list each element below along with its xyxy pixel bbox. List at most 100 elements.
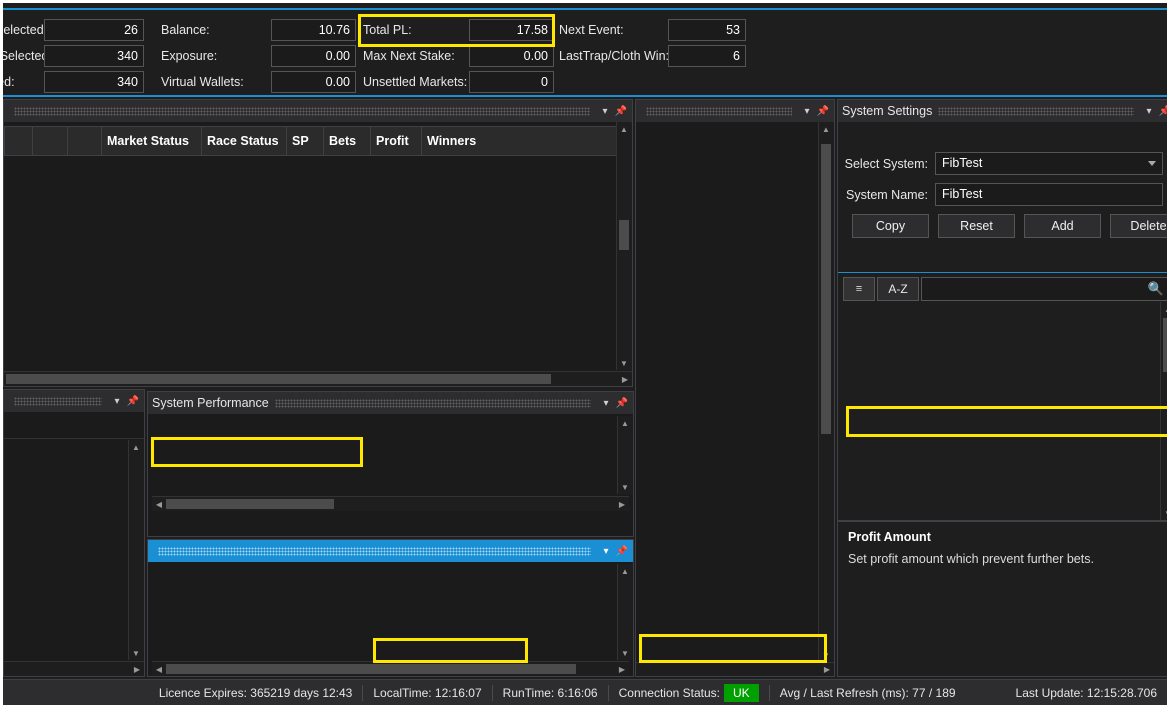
- markets-column-header[interactable]: [4, 126, 33, 156]
- search-icon[interactable]: 🔍: [1148, 281, 1164, 297]
- scroll-up-icon[interactable]: ▲: [618, 564, 632, 578]
- markets-vertical-scrollbar[interactable]: ▲ ▼: [616, 122, 632, 370]
- scroll-up-icon[interactable]: ▲: [618, 416, 632, 430]
- scroll-right-icon[interactable]: ▶: [615, 662, 629, 676]
- settings-search-box[interactable]: 🔍: [921, 277, 1167, 301]
- scroll-down-icon[interactable]: ▼: [618, 480, 632, 494]
- summary-value-max-next-stake: 0.00: [469, 45, 554, 67]
- summary-label-selected: Selected:: [0, 23, 48, 37]
- markets-column-header[interactable]: [32, 126, 68, 156]
- markets-column-header[interactable]: Race Status: [201, 126, 287, 156]
- system-name-input[interactable]: FibTest: [935, 183, 1163, 206]
- categorize-icon[interactable]: ≡: [843, 277, 875, 301]
- pin-icon[interactable]: 📌: [1158, 104, 1167, 118]
- panel-grip: [14, 396, 102, 406]
- licence-status: Licence Expires: 365219 days 12:43: [149, 684, 364, 701]
- chevron-down-icon[interactable]: ▾: [598, 104, 612, 118]
- markets-panel-titlebar[interactable]: ▾ 📌: [4, 100, 632, 122]
- scroll-left-icon[interactable]: ◀: [152, 497, 166, 511]
- scroll-up-icon[interactable]: ▲: [129, 440, 143, 454]
- chevron-down-icon[interactable]: ▾: [599, 396, 613, 410]
- scroll-down-icon[interactable]: ▼: [819, 648, 833, 662]
- runtime-status: RunTime: 6:16:06: [493, 684, 609, 701]
- reason-vertical-scrollbar[interactable]: ▲ ▼: [818, 122, 834, 662]
- markets-column-header[interactable]: Bets: [323, 126, 371, 156]
- system-performance-title: System Performance: [152, 396, 269, 410]
- pin-icon[interactable]: 📌: [126, 394, 140, 408]
- select-system-value: FibTest: [942, 156, 983, 170]
- system-name-value: FibTest: [942, 187, 983, 201]
- copy-button[interactable]: Copy: [852, 214, 929, 238]
- add-button[interactable]: Add: [1024, 214, 1101, 238]
- money-vertical-scrollbar[interactable]: ▲ ▼: [128, 440, 144, 660]
- summary-label-virtual-wallets: Virtual Wallets:: [161, 75, 244, 89]
- panel-grip: [158, 546, 591, 556]
- reason-panel-titlebar[interactable]: ▾ 📌: [636, 100, 834, 122]
- scroll-down-icon[interactable]: ▼: [618, 646, 632, 660]
- markets-table[interactable]: Market Status Race Status SP Bets Profit Winn…: [4, 126, 616, 156]
- reset-button[interactable]: Reset: [938, 214, 1015, 238]
- money-horizontal-scrollbar[interactable]: ▶: [4, 661, 144, 676]
- scroll-down-icon[interactable]: ▼: [1161, 506, 1167, 520]
- pin-icon[interactable]: 📌: [615, 544, 629, 558]
- pin-icon[interactable]: 📌: [615, 396, 629, 410]
- chevron-down-icon[interactable]: ▾: [110, 394, 124, 408]
- markets-horizontal-scrollbar[interactable]: ▶: [4, 371, 632, 386]
- settings-search-input[interactable]: [922, 278, 1144, 300]
- system-settings-title: System Settings: [842, 104, 933, 118]
- property-grid[interactable]: [838, 302, 1167, 520]
- localtime-status: LocalTime: 12:16:07: [363, 684, 493, 701]
- markets-column-header[interactable]: SP: [286, 126, 324, 156]
- chevron-down-icon: [1148, 161, 1156, 166]
- sort-alphabetical-button[interactable]: A-Z: [877, 277, 919, 301]
- scroll-right-icon[interactable]: ▶: [615, 497, 629, 511]
- scrollbar-thumb[interactable]: [1163, 318, 1167, 372]
- scroll-right-icon[interactable]: ▶: [130, 662, 144, 676]
- summary-value-monitored: 340: [44, 71, 144, 93]
- refresh-status: Avg / Last Refresh (ms): 77 / 189: [779, 685, 956, 700]
- delete-button[interactable]: Delete: [1110, 214, 1167, 238]
- summary-label-next-event: Next Event:: [559, 23, 624, 37]
- pin-icon[interactable]: 📌: [614, 104, 628, 118]
- scroll-up-icon[interactable]: ▲: [617, 122, 631, 136]
- select-system-dropdown[interactable]: FibTest: [935, 152, 1163, 175]
- perf-vertical-scrollbar[interactable]: ▲ ▼: [617, 416, 633, 494]
- scroll-right-icon[interactable]: ▶: [820, 662, 834, 676]
- pin-icon[interactable]: 📌: [816, 104, 830, 118]
- markets-column-header[interactable]: [67, 126, 102, 156]
- summary-label-total-pl: Total PL:: [363, 23, 412, 37]
- money-panel-titlebar[interactable]: ▾ 📌: [4, 390, 144, 412]
- scrollbar-thumb[interactable]: [6, 374, 551, 384]
- reason-horizontal-scrollbar[interactable]: ▶: [636, 662, 834, 676]
- log-panel-titlebar[interactable]: ▾ 📌: [148, 540, 633, 562]
- chevron-down-icon[interactable]: ▾: [1142, 104, 1156, 118]
- scrollbar-thumb[interactable]: [821, 144, 831, 434]
- select-system-label: Select System:: [844, 157, 928, 171]
- chevron-down-icon[interactable]: ▾: [800, 104, 814, 118]
- property-vertical-scrollbar[interactable]: ▲ ▼: [1160, 302, 1167, 520]
- money-toolbar: [4, 412, 144, 439]
- chevron-down-icon[interactable]: ▾: [599, 544, 613, 558]
- markets-column-header[interactable]: Winners: [421, 126, 616, 156]
- scroll-down-icon[interactable]: ▼: [129, 646, 143, 660]
- log-horizontal-scrollbar[interactable]: ◀ ▶: [152, 661, 629, 676]
- summary-value-balance: 10.76: [271, 19, 356, 41]
- system-settings-titlebar[interactable]: System Settings ▾ 📌: [838, 100, 1167, 122]
- system-performance-titlebar[interactable]: System Performance ▾ 📌: [148, 392, 633, 414]
- summary-value-total-pl: 17.58: [469, 19, 554, 41]
- scrollbar-thumb[interactable]: [619, 220, 629, 250]
- scroll-right-icon[interactable]: ▶: [618, 372, 632, 386]
- money-panel: ▾ 📌 ▲ ▼ ▶: [3, 389, 145, 677]
- summary-value-exposure: 0.00: [271, 45, 356, 67]
- summary-label-exposure: Exposure:: [161, 49, 218, 63]
- markets-column-header[interactable]: Profit: [370, 126, 422, 156]
- scroll-up-icon[interactable]: ▲: [819, 122, 833, 136]
- scrollbar-thumb[interactable]: [166, 499, 334, 509]
- scroll-left-icon[interactable]: ◀: [152, 662, 166, 676]
- log-vertical-scrollbar[interactable]: ▲ ▼: [617, 564, 633, 660]
- perf-horizontal-scrollbar[interactable]: ◀ ▶: [152, 496, 629, 511]
- markets-column-header[interactable]: Market Status: [101, 126, 202, 156]
- scroll-up-icon[interactable]: ▲: [1161, 302, 1167, 316]
- scroll-down-icon[interactable]: ▼: [617, 356, 631, 370]
- scrollbar-thumb[interactable]: [166, 664, 576, 674]
